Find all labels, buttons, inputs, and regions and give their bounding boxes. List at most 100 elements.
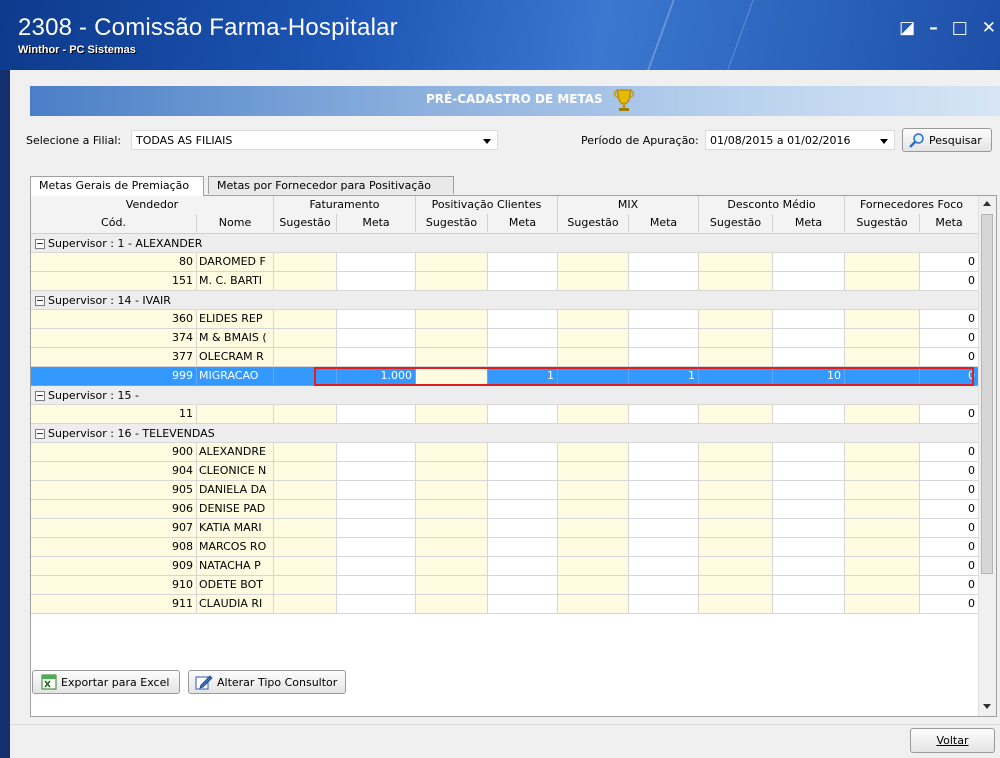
cell-pos-sugestao[interactable]: [416, 500, 488, 519]
group-row[interactable]: Supervisor : 14 - IVAIR: [31, 291, 979, 310]
cell-desc-meta[interactable]: 10: [773, 367, 845, 386]
cell-foco-meta[interactable]: 0: [920, 462, 979, 481]
cell-foco-sugestao[interactable]: [845, 405, 920, 424]
cell-fat-sugestao[interactable]: [274, 519, 337, 538]
tab-metas-fornecedor[interactable]: Metas por Fornecedor para Positivação: [208, 176, 454, 194]
cell-pos-sugestao[interactable]: [416, 329, 488, 348]
cell-mix-sugestao[interactable]: [558, 500, 629, 519]
cell-fat-meta[interactable]: [337, 253, 416, 272]
cell-pos-meta[interactable]: [488, 481, 558, 500]
table-row[interactable]: 908 MARCOS RO 0: [31, 538, 979, 557]
table-row[interactable]: 360 ELIDES REP 0: [31, 310, 979, 329]
cell-fat-meta[interactable]: 1.000: [337, 367, 416, 386]
table-row[interactable]: 151 M. C. BARTI 0: [31, 272, 979, 291]
cell-foco-meta[interactable]: 0: [920, 557, 979, 576]
cell-desc-sugestao[interactable]: [699, 595, 773, 614]
column-header-meta[interactable]: Meta: [337, 214, 416, 232]
cell-desc-meta[interactable]: [773, 443, 845, 462]
cell-mix-sugestao[interactable]: [558, 443, 629, 462]
cell-desc-sugestao[interactable]: [699, 538, 773, 557]
column-header-sugestao[interactable]: Sugestão: [416, 214, 488, 232]
cell-desc-meta[interactable]: [773, 329, 845, 348]
table-row[interactable]: 907 KATIA MARI 0: [31, 519, 979, 538]
cell-fat-meta[interactable]: [337, 462, 416, 481]
group-row[interactable]: Supervisor : 1 - ALEXANDER: [31, 234, 979, 253]
cell-desc-meta[interactable]: [773, 538, 845, 557]
table-row[interactable]: 374 M & BMAIS (0: [31, 329, 979, 348]
cell-pos-meta[interactable]: [488, 557, 558, 576]
cell-desc-sugestao[interactable]: [699, 310, 773, 329]
table-row[interactable]: 904 CLEONICE N 0: [31, 462, 979, 481]
cell-desc-sugestao[interactable]: [699, 272, 773, 291]
cell-desc-sugestao[interactable]: [699, 405, 773, 424]
cell-mix-sugestao[interactable]: [558, 348, 629, 367]
cell-mix-meta[interactable]: [629, 310, 699, 329]
column-header-sugestao[interactable]: Sugestão: [558, 214, 629, 232]
collapse-icon[interactable]: [35, 391, 45, 401]
table-row[interactable]: 909 NATACHA P 0: [31, 557, 979, 576]
column-header-meta[interactable]: Meta: [488, 214, 558, 232]
cell-foco-sugestao[interactable]: [845, 272, 920, 291]
cell-desc-sugestao[interactable]: [699, 576, 773, 595]
cell-foco-sugestao[interactable]: [845, 329, 920, 348]
cell-desc-sugestao[interactable]: [699, 557, 773, 576]
cell-desc-sugestao[interactable]: [699, 462, 773, 481]
table-row-selected[interactable]: 999 MIGRACAO 1.000 1 1 10 0: [31, 367, 979, 386]
cell-fat-meta[interactable]: [337, 310, 416, 329]
cell-mix-meta[interactable]: [629, 253, 699, 272]
cell-fat-meta[interactable]: [337, 595, 416, 614]
cell-mix-sugestao[interactable]: [558, 272, 629, 291]
cell-mix-sugestao[interactable]: [558, 329, 629, 348]
search-button[interactable]: Pesquisar: [902, 128, 992, 152]
cell-mix-meta[interactable]: [629, 329, 699, 348]
cell-mix-meta[interactable]: [629, 481, 699, 500]
cell-foco-meta[interactable]: 0: [920, 253, 979, 272]
cell-mix-sugestao[interactable]: [558, 519, 629, 538]
cell-foco-meta[interactable]: 0: [920, 519, 979, 538]
column-header-meta[interactable]: Meta: [920, 214, 979, 232]
collapse-icon[interactable]: [35, 239, 45, 249]
cell-fat-sugestao[interactable]: [274, 538, 337, 557]
group-row[interactable]: Supervisor : 16 - TELEVENDAS: [31, 424, 979, 443]
cell-fat-sugestao[interactable]: [274, 310, 337, 329]
cell-foco-meta[interactable]: 0: [920, 576, 979, 595]
filial-select[interactable]: TODAS AS FILIAIS: [131, 130, 498, 150]
collapse-icon[interactable]: [35, 296, 45, 306]
cell-desc-meta[interactable]: [773, 500, 845, 519]
cell-foco-sugestao[interactable]: [845, 443, 920, 462]
restore-icon[interactable]: ◪: [899, 20, 915, 37]
column-header-sugestao[interactable]: Sugestão: [699, 214, 773, 232]
metas-grid[interactable]: Vendedor Faturamento Positivação Cliente…: [30, 195, 997, 717]
cell-desc-meta[interactable]: [773, 481, 845, 500]
cell-pos-sugestao[interactable]: [416, 538, 488, 557]
cell-mix-meta[interactable]: [629, 576, 699, 595]
cell-pos-meta[interactable]: [488, 329, 558, 348]
cell-pos-meta[interactable]: [488, 462, 558, 481]
cell-mix-sugestao[interactable]: [558, 595, 629, 614]
cell-foco-meta[interactable]: 0: [920, 272, 979, 291]
column-header-meta[interactable]: Meta: [773, 214, 845, 232]
cell-pos-meta[interactable]: [488, 519, 558, 538]
cell-mix-meta[interactable]: [629, 348, 699, 367]
cell-pos-sugestao[interactable]: [416, 272, 488, 291]
minimize-icon[interactable]: –: [929, 20, 938, 37]
cell-foco-meta[interactable]: 0: [920, 348, 979, 367]
cell-mix-meta[interactable]: [629, 519, 699, 538]
cell-mix-sugestao[interactable]: [558, 405, 629, 424]
cell-pos-sugestao[interactable]: [416, 595, 488, 614]
cell-pos-sugestao[interactable]: [416, 405, 488, 424]
cell-pos-meta[interactable]: [488, 405, 558, 424]
cell-desc-sugestao[interactable]: [699, 348, 773, 367]
cell-desc-meta[interactable]: [773, 310, 845, 329]
table-row[interactable]: 11 0: [31, 405, 979, 424]
cell-pos-sugestao[interactable]: [416, 310, 488, 329]
cell-mix-meta[interactable]: [629, 500, 699, 519]
cell-fat-meta[interactable]: [337, 557, 416, 576]
cell-desc-meta[interactable]: [773, 595, 845, 614]
cell-mix-sugestao[interactable]: [558, 462, 629, 481]
voltar-button[interactable]: Voltar: [910, 728, 995, 753]
cell-pos-sugestao[interactable]: [416, 576, 488, 595]
table-row[interactable]: 911 CLAUDIA RI 0: [31, 595, 979, 614]
column-header-nome[interactable]: Nome: [197, 214, 274, 232]
cell-foco-meta[interactable]: 0: [920, 310, 979, 329]
